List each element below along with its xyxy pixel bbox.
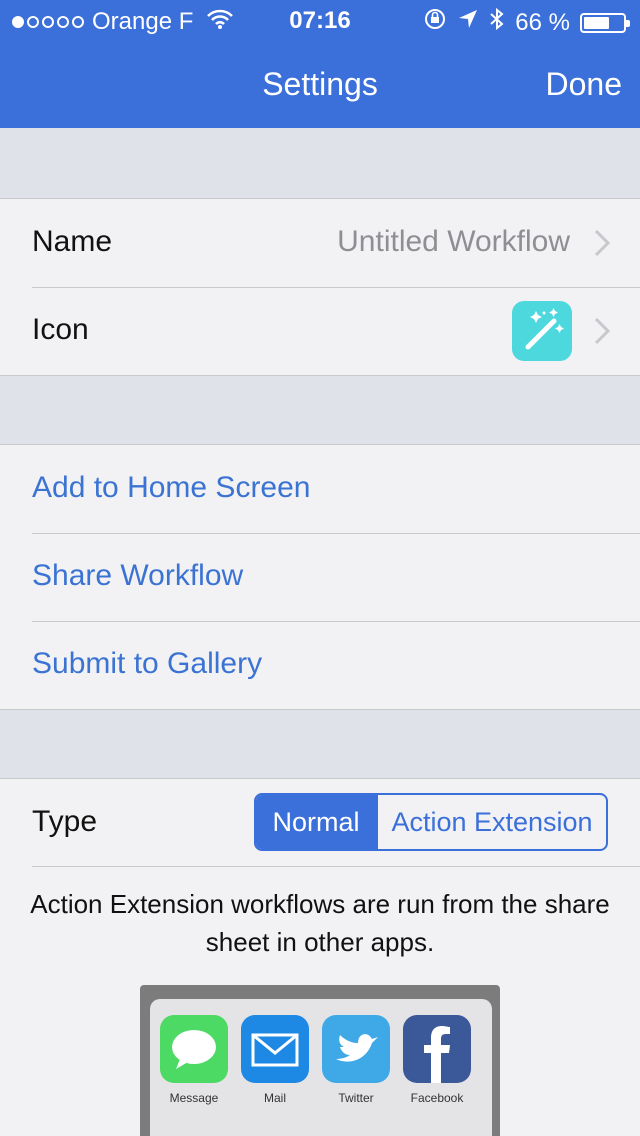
add-to-home-screen-row[interactable]: Add to Home Screen [0,445,640,533]
general-settings-group: Name Untitled Workflow Icon [0,198,640,376]
segment-action-extension[interactable]: Action Extension [376,795,606,849]
submit-to-gallery-link[interactable]: Submit to Gallery [32,647,262,681]
add-to-home-screen-link[interactable]: Add to Home Screen [32,471,310,505]
rotation-lock-icon [423,7,447,38]
status-right: 66 % [423,7,630,38]
type-label: Type [32,805,98,838]
twitter-app-icon [322,1015,390,1083]
share-workflow-row[interactable]: Share Workflow [0,533,640,621]
mail-app-icon [241,1015,309,1083]
done-button[interactable]: Done [546,66,623,103]
messages-app-icon [160,1015,228,1083]
type-row: Type Normal Action Extension [32,779,640,867]
navigation-header: Orange F 07:16 66 % Settings Done [0,0,640,128]
facebook-app-icon [403,1015,471,1083]
share-workflow-link[interactable]: Share Workflow [32,559,243,593]
battery-icon [580,12,630,33]
workflow-actions-group: Add to Home Screen Share Workflow Submit… [0,444,640,710]
magic-wand-icon [512,301,572,361]
battery-percentage: 66 % [515,8,570,36]
bluetooth-icon [489,7,505,38]
icon-label: Icon [32,313,89,346]
chevron-right-icon [594,229,611,262]
segment-normal[interactable]: Normal [256,795,376,849]
name-label: Name [32,225,113,258]
page-title: Settings [262,66,378,102]
type-segmented-control[interactable]: Normal Action Extension [254,793,608,851]
chevron-right-icon [594,317,611,350]
name-row[interactable]: Name Untitled Workflow [0,199,640,287]
type-description: Action Extension workflows are run from … [30,889,610,957]
icon-row[interactable]: Icon [0,287,640,375]
share-label-twitter: Twitter [338,1091,374,1105]
share-label-mail: Mail [263,1091,286,1105]
location-arrow-icon [457,8,479,37]
status-bar: Orange F 07:16 66 % [0,0,640,40]
share-label-message: Message [169,1091,219,1105]
share-label-facebook: Facebook [410,1091,464,1105]
share-sheet-preview-image: Message Mail Twitter Facebook [140,985,500,1136]
submit-to-gallery-row[interactable]: Submit to Gallery [0,621,640,709]
type-settings-group: Type Normal Action Extension Action Exte… [0,778,640,1136]
name-value: Untitled Workflow [337,225,570,258]
share-sheet: Message Mail Twitter Facebook [150,999,492,1136]
